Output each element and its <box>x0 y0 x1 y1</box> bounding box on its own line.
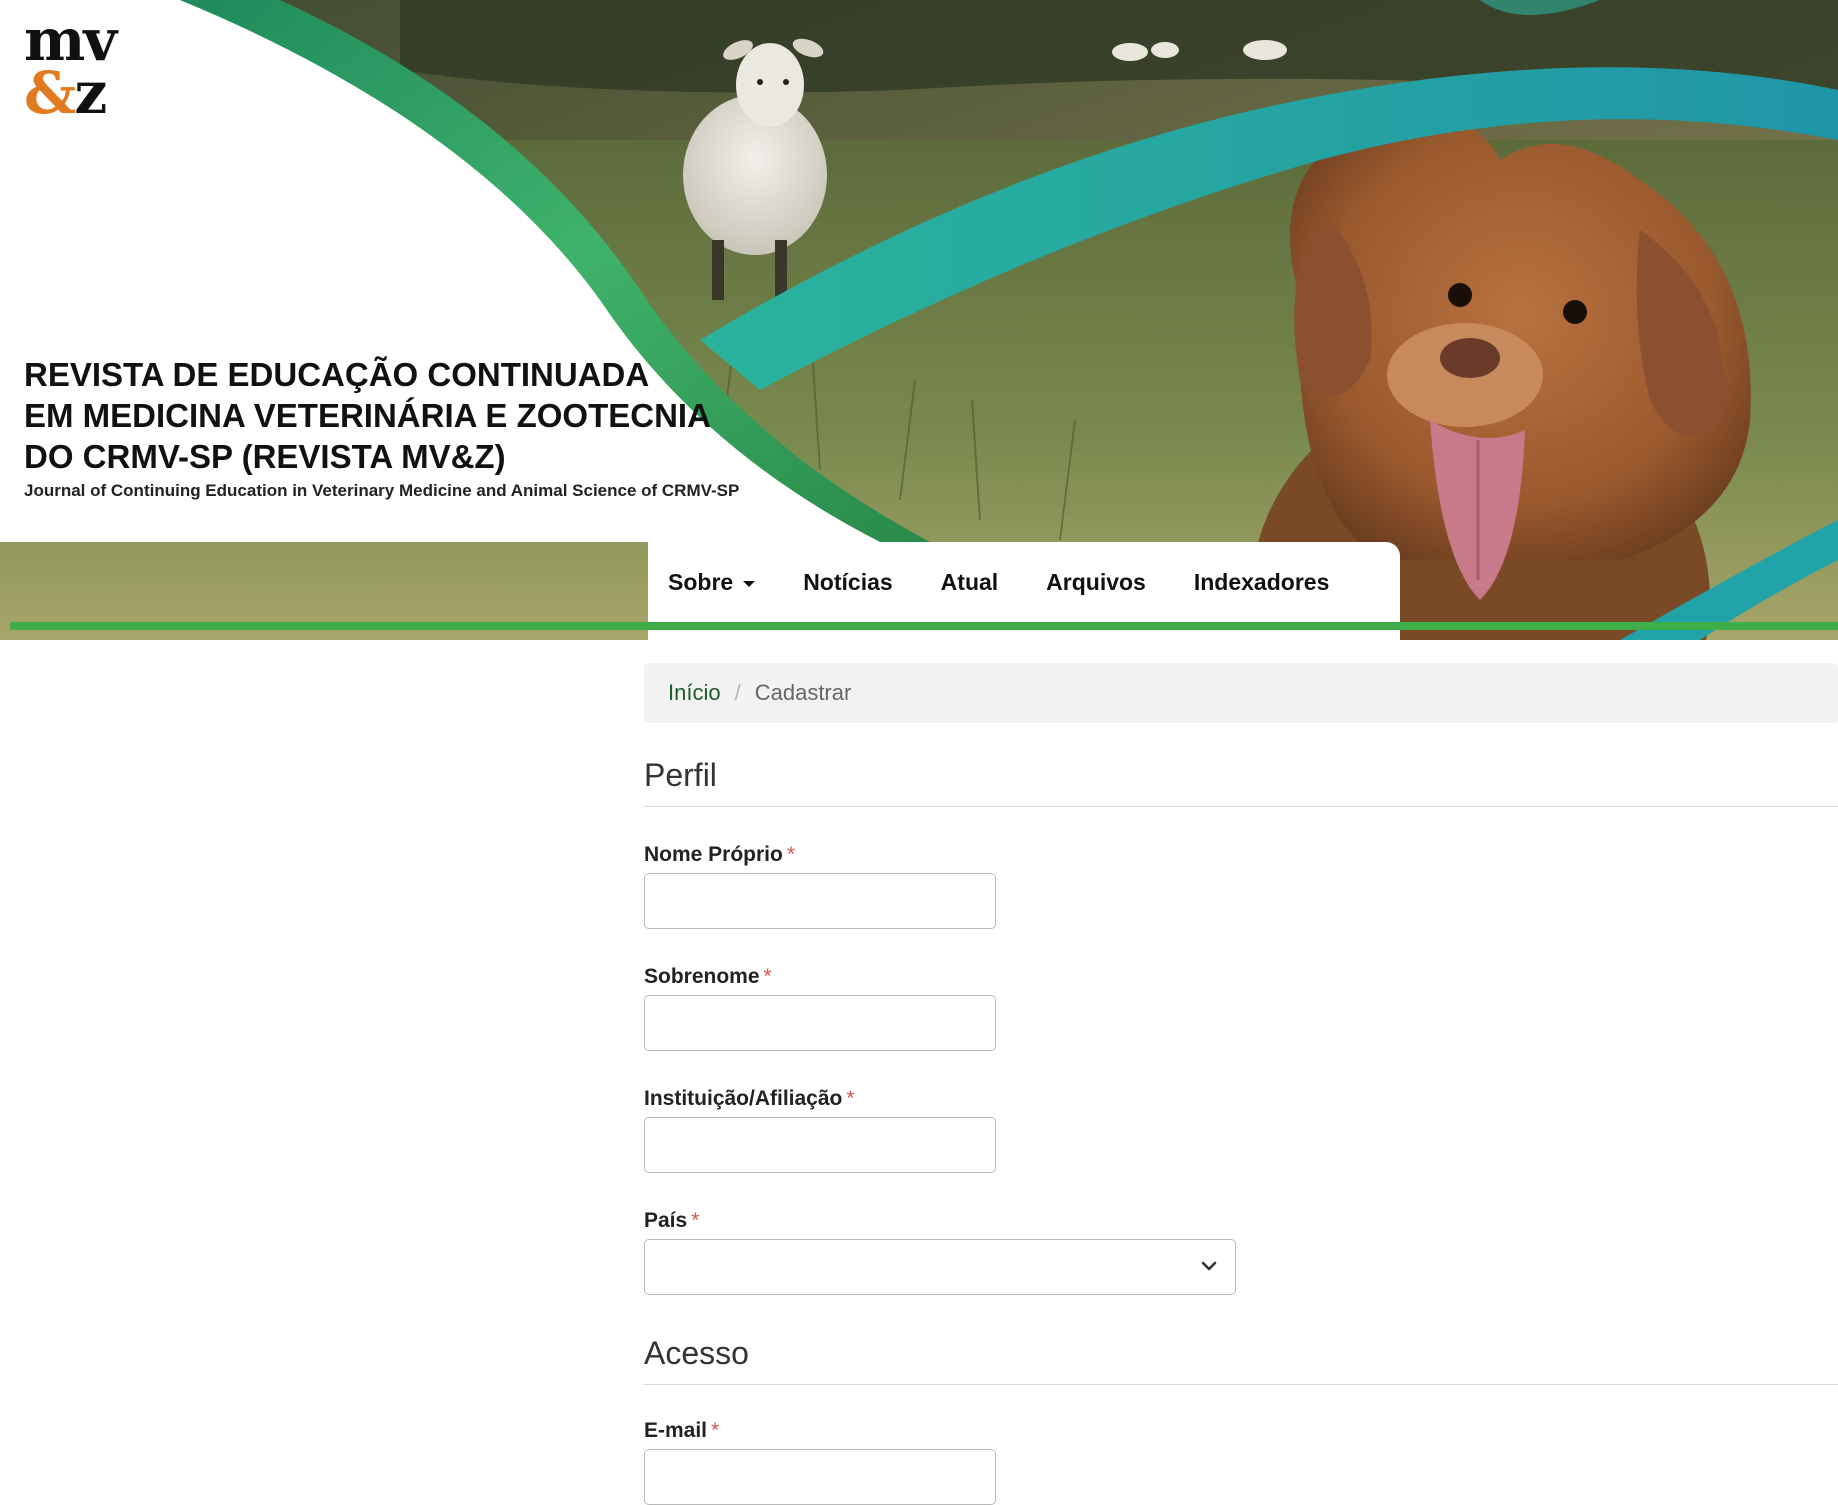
nav-item-noticias[interactable]: Notícias <box>779 562 916 602</box>
chevron-down-icon <box>1201 1261 1217 1271</box>
country-label-text: País <box>644 1209 688 1232</box>
affiliation-label: Instituição/Afiliação * <box>644 1087 1838 1111</box>
required-mark: * <box>763 965 772 988</box>
nav-item-sobre[interactable]: Sobre <box>668 562 779 602</box>
main-nav: Sobre Notícias Atual Arquivos Indexadore… <box>668 562 1353 602</box>
journal-title-line-1: REVISTA DE EDUCAÇÃO CONTINUADA <box>24 356 650 393</box>
journal-title-line-3: DO CRMV-SP (REVISTA MV&Z) <box>24 438 506 475</box>
email-label-text: E-mail <box>644 1419 708 1442</box>
header-divider <box>10 622 1838 630</box>
journal-subtitle: Journal of Continuing Education in Veter… <box>24 481 740 500</box>
field-given-name: Nome Próprio * <box>644 843 1838 929</box>
required-mark: * <box>691 1209 700 1232</box>
nav-item-arquivos[interactable]: Arquivos <box>1022 562 1170 602</box>
breadcrumb-current: Cadastrar <box>754 680 852 705</box>
journal-title-line-2: EM MEDICINA VETERINÁRIA E ZOOTECNIA <box>24 397 711 434</box>
required-mark: * <box>711 1419 720 1442</box>
country-label: País * <box>644 1209 1838 1233</box>
logo-ampersand: & <box>24 59 76 128</box>
logo-z-text: z <box>74 59 107 128</box>
journal-logo[interactable]: mv &z <box>24 11 117 123</box>
family-name-label: Sobrenome * <box>644 965 1838 989</box>
affiliation-input[interactable] <box>644 1117 996 1173</box>
section-title-profile: Perfil <box>644 757 1838 807</box>
field-country: País * <box>644 1209 1838 1295</box>
section-title-access: Acesso <box>644 1335 1838 1385</box>
given-name-label-text: Nome Próprio <box>644 843 783 866</box>
breadcrumb-home-link[interactable]: Início <box>668 680 721 706</box>
registration-page: Início / Cadastrar Perfil Nome Próprio * … <box>644 663 1838 1505</box>
caret-down-icon <box>743 580 756 587</box>
field-email: E-mail * <box>644 1419 1838 1505</box>
required-mark: * <box>846 1087 855 1110</box>
given-name-label: Nome Próprio * <box>644 843 1838 867</box>
breadcrumb-separator: / <box>734 680 741 705</box>
breadcrumb: Início / Cadastrar <box>644 663 1838 723</box>
site-header: mv &z REVISTA DE EDUCAÇÃO CONTINUADA EM … <box>0 0 1838 640</box>
given-name-input[interactable] <box>644 873 996 929</box>
country-select[interactable] <box>644 1239 1236 1295</box>
logo-amp-z: &z <box>24 64 115 122</box>
required-mark: * <box>786 843 796 866</box>
nav-item-indexadores[interactable]: Indexadores <box>1170 562 1354 602</box>
nav-item-atual[interactable]: Atual <box>917 562 1023 602</box>
field-family-name: Sobrenome * <box>644 965 1838 1051</box>
affiliation-label-text: Instituição/Afiliação <box>644 1087 843 1110</box>
email-input[interactable] <box>644 1449 996 1505</box>
journal-title: REVISTA DE EDUCAÇÃO CONTINUADA EM MEDICI… <box>24 354 711 477</box>
nav-item-sobre-label: Sobre <box>668 569 734 595</box>
family-name-input[interactable] <box>644 995 996 1051</box>
email-label: E-mail * <box>644 1419 1838 1443</box>
family-name-label-text: Sobrenome <box>644 965 760 988</box>
field-affiliation: Instituição/Afiliação * <box>644 1087 1838 1173</box>
